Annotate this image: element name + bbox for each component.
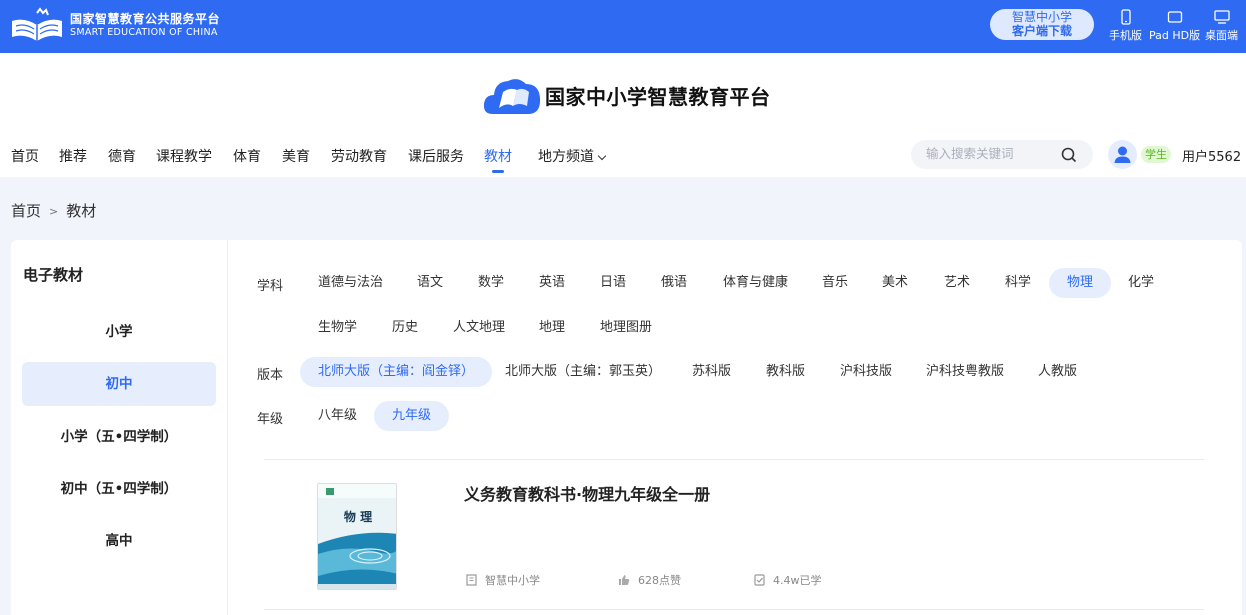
stage-senior[interactable]: 高中 [22, 519, 216, 563]
edition-chip[interactable]: 人教版 [1020, 357, 1095, 387]
nav-textbooks[interactable]: 教材 [484, 146, 512, 173]
divider [264, 609, 1204, 610]
edition-filter-label: 版本 [257, 368, 284, 383]
learned-icon [754, 574, 765, 586]
book-likes: 628点赞 [618, 572, 681, 588]
edition-chip[interactable]: 北师大版（主编：郭玉英） [487, 357, 679, 387]
subject-chip[interactable]: 日语 [582, 268, 644, 298]
phone-icon [1120, 9, 1131, 25]
site-header: 国家中小学智慧教育平台 首页 推荐 德育 课程教学 体育 美育 劳动教育 课后服… [0, 53, 1246, 177]
edition-chip[interactable]: 苏科版 [674, 357, 749, 387]
nav-arts[interactable]: 美育 [282, 146, 310, 166]
grade-filter-label: 年级 [257, 412, 284, 427]
device-phone[interactable]: 手机版 [1109, 9, 1142, 43]
nav-home[interactable]: 首页 [11, 146, 39, 166]
edition-chip-active[interactable]: 北师大版（主编：阎金铎） [300, 357, 493, 387]
avatar[interactable] [1108, 140, 1137, 169]
stage-primary[interactable]: 小学 [22, 310, 216, 354]
download-line-1: 智慧中小学 [1011, 10, 1072, 24]
subject-chip[interactable]: 美术 [864, 268, 926, 298]
building-icon [466, 574, 477, 586]
stage-primary-54[interactable]: 小学（五•四学制） [22, 415, 216, 459]
subject-chip[interactable]: 体育与健康 [705, 268, 806, 298]
brand-name: 国家智慧教育公共服务平台 [70, 11, 221, 26]
search-box [911, 140, 1093, 169]
device-phone-label: 手机版 [1109, 29, 1142, 42]
book-learners-text: 4.4w已学 [773, 574, 822, 587]
subject-chip[interactable]: 人文地理 [435, 313, 523, 343]
stage-junior[interactable]: 初中 [22, 362, 216, 406]
nav-local-channel-label: 地方频道 [538, 149, 594, 165]
user-avatar-icon [1114, 146, 1131, 163]
book-source: 智慧中小学 [466, 572, 540, 588]
stage-junior-54[interactable]: 初中（五•四学制） [22, 467, 216, 511]
subject-chip[interactable]: 语文 [399, 268, 461, 298]
subject-chip[interactable]: 地理 [521, 313, 583, 343]
cover-title: 物 理 [344, 509, 372, 524]
thumbs-up-icon [619, 575, 630, 585]
username[interactable]: 用户5562 [1182, 146, 1241, 165]
subject-chip[interactable]: 历史 [374, 313, 436, 343]
site-logo[interactable]: 国家中小学智慧教育平台 [483, 72, 771, 118]
download-line-2: 客户端下载 [1011, 24, 1072, 38]
subject-chip[interactable]: 英语 [521, 268, 583, 298]
textbook-content: 学科 道德与法治 语文 数学 英语 日语 俄语 体育与健康 音乐 美术 艺术 科… [227, 240, 1242, 615]
search-icon[interactable] [1061, 147, 1077, 163]
book-title[interactable]: 义务教育教科书·物理九年级全一册 [464, 481, 710, 505]
subject-chip[interactable]: 科学 [987, 268, 1049, 298]
nav-after-school[interactable]: 课后服务 [408, 146, 464, 166]
desktop-icon [1213, 10, 1230, 24]
book-cover[interactable]: 物 理 [317, 483, 397, 590]
nav-courses[interactable]: 课程教学 [156, 146, 212, 166]
subject-chip-active[interactable]: 物理 [1049, 268, 1112, 298]
subject-chip[interactable]: 音乐 [804, 268, 866, 298]
subject-filter-label: 学科 [257, 279, 284, 294]
subject-chip[interactable]: 地理图册 [582, 313, 670, 343]
grade-chip[interactable]: 八年级 [300, 401, 375, 431]
device-desktop-label: 桌面端 [1205, 29, 1238, 42]
stage-sidebar: 电子教材 小学 初中 小学（五•四学制） 初中（五•四学制） 高中 [11, 240, 227, 615]
edition-chip[interactable]: 沪科技粤教版 [908, 357, 1022, 387]
book-learners: 4.4w已学 [754, 572, 822, 588]
top-bar: 国家智慧教育公共服务平台 SMART EDUCATION OF CHINA 智慧… [0, 0, 1246, 53]
physics-cover-illustration: 物 理 [318, 484, 396, 589]
site-title: 国家中小学智慧教育平台 [545, 84, 771, 109]
chevron-down-icon [597, 151, 607, 161]
brand-english-name: SMART EDUCATION OF CHINA [70, 26, 218, 38]
book-likes-text: 628点赞 [638, 574, 681, 587]
subject-chip[interactable]: 道德与法治 [300, 268, 401, 298]
subject-chip[interactable]: 化学 [1110, 268, 1172, 298]
divider [264, 459, 1204, 460]
breadcrumb-home[interactable]: 首页 [11, 202, 41, 220]
search-input[interactable] [926, 146, 1056, 161]
tablet-icon [1167, 11, 1182, 23]
nav-moral[interactable]: 德育 [108, 146, 136, 166]
nav-labor[interactable]: 劳动教育 [331, 146, 387, 166]
subject-chip[interactable]: 艺术 [926, 268, 988, 298]
nav-recommend[interactable]: 推荐 [59, 146, 87, 166]
subject-chip[interactable]: 俄语 [643, 268, 705, 298]
breadcrumb-separator: > [49, 205, 59, 218]
subject-chip[interactable]: 生物学 [300, 313, 375, 343]
client-download-button[interactable]: 智慧中小学 客户端下载 [990, 9, 1094, 40]
book-source-text: 智慧中小学 [485, 574, 540, 587]
edition-chip[interactable]: 教科版 [748, 357, 823, 387]
device-pad-label: Pad HD版 [1149, 29, 1201, 42]
platform-brand[interactable]: 国家智慧教育公共服务平台 SMART EDUCATION OF CHINA [10, 7, 220, 43]
device-desktop[interactable]: 桌面端 [1205, 9, 1238, 43]
sidebar-title: 电子教材 [23, 266, 84, 284]
nav-local-channel[interactable]: 地方频道 [538, 146, 607, 166]
subject-chip[interactable]: 数学 [460, 268, 522, 298]
edition-chip[interactable]: 沪科技版 [822, 357, 910, 387]
grade-chip-active[interactable]: 九年级 [374, 401, 450, 431]
nav-sports[interactable]: 体育 [233, 146, 261, 166]
breadcrumb: 首页 > 教材 [11, 200, 96, 221]
role-badge: 学生 [1141, 146, 1171, 163]
cloud-book-logo-icon [483, 79, 541, 114]
book-logo-icon [12, 7, 62, 41]
device-pad[interactable]: Pad HD版 [1149, 9, 1200, 43]
breadcrumb-current: 教材 [66, 202, 97, 220]
main-nav: 首页 推荐 德育 课程教学 体育 美育 劳动教育 课后服务 教材 地方频道 [11, 146, 607, 173]
